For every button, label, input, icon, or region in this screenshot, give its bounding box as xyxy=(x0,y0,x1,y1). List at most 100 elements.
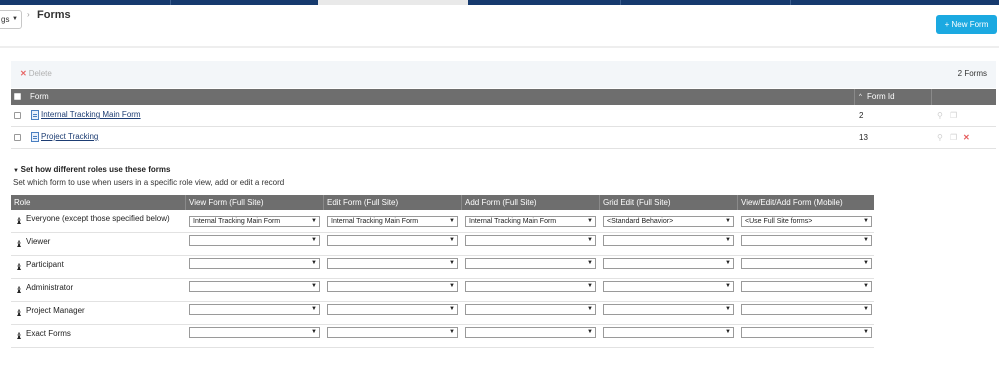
edit-form-select[interactable]: ▼ xyxy=(327,304,458,315)
form-count: 2 Forms xyxy=(957,69,987,78)
select-all-checkbox[interactable] xyxy=(14,93,21,100)
edit-form-select[interactable]: ▼ xyxy=(327,258,458,269)
add-form-select[interactable]: ▼ xyxy=(465,327,596,338)
chess-piece-icon: ♝ xyxy=(15,216,24,226)
chevron-down-icon: ▼ xyxy=(311,218,317,224)
forms-toolbar: ✕ Delete 2 Forms xyxy=(11,61,996,88)
grid-edit-select[interactable]: ▼ xyxy=(603,281,734,292)
document-icon xyxy=(31,110,39,120)
mobile-form-select[interactable]: ▼ xyxy=(741,304,872,315)
view-icon[interactable]: ⚲ xyxy=(937,133,943,142)
view-form-select[interactable]: ▼ xyxy=(189,304,320,315)
select-value: <Use Full Site forms> xyxy=(745,218,813,225)
column-header-form-id[interactable]: Form Id xyxy=(867,89,895,105)
nav-divider xyxy=(790,0,791,5)
chevron-down-icon: ▼ xyxy=(725,237,731,243)
role-row: ♝ Everyone (except those specified below)… xyxy=(11,210,874,233)
add-form-select[interactable]: ▼ xyxy=(465,304,596,315)
nav-active-tab[interactable] xyxy=(318,0,468,5)
chevron-down-icon: ▼ xyxy=(725,283,731,289)
edit-form-select[interactable]: ▼ xyxy=(327,281,458,292)
roles-description: Set which form to use when users in a sp… xyxy=(13,178,285,187)
grid-edit-select[interactable]: ▼ xyxy=(603,235,734,246)
delete-button[interactable]: ✕ Delete xyxy=(20,69,52,78)
chevron-down-icon: ▼ xyxy=(863,237,869,243)
column-divider xyxy=(737,195,738,210)
column-header-grid-edit: Grid Edit (Full Site) xyxy=(603,198,671,207)
column-divider xyxy=(185,195,186,210)
roles-heading-label: Set how different roles use these forms xyxy=(20,165,171,174)
form-name-link[interactable]: Internal Tracking Main Form xyxy=(41,110,141,119)
grid-edit-select[interactable]: <Standard Behavior> ▼ xyxy=(603,216,734,227)
chevron-down-icon: ▼ xyxy=(863,329,869,335)
chevron-down-icon: ▼ xyxy=(449,306,455,312)
row-checkbox[interactable] xyxy=(14,134,21,141)
delete-icon[interactable]: ✕ xyxy=(963,133,970,142)
role-name: Viewer xyxy=(26,237,51,246)
view-form-select[interactable]: ▼ xyxy=(189,235,320,246)
context-dropdown-value: gs xyxy=(1,15,10,24)
add-form-select[interactable]: ▼ xyxy=(465,235,596,246)
chess-piece-icon: ♝ xyxy=(15,308,24,318)
chevron-down-icon: ▼ xyxy=(449,218,455,224)
table-row[interactable]: Project Tracking 13 ⚲ ❐ ✕ xyxy=(11,127,996,149)
form-name-link[interactable]: Project Tracking xyxy=(41,132,98,141)
mobile-form-select[interactable]: ▼ xyxy=(741,327,872,338)
add-form-select[interactable]: ▼ xyxy=(465,281,596,292)
view-form-select[interactable]: Internal Tracking Main Form ▼ xyxy=(189,216,320,227)
grid-edit-select[interactable]: ▼ xyxy=(603,327,734,338)
chevron-down-icon: ▼ xyxy=(449,237,455,243)
view-form-select[interactable]: ▼ xyxy=(189,327,320,338)
roles-table: Role View Form (Full Site) Edit Form (Fu… xyxy=(11,195,874,348)
chess-piece-icon: ♝ xyxy=(15,239,24,249)
chevron-down-icon: ▼ xyxy=(725,260,731,266)
edit-form-select[interactable]: ▼ xyxy=(327,235,458,246)
chevron-down-icon: ▼ xyxy=(13,168,21,174)
chevron-down-icon: ▼ xyxy=(12,16,18,22)
add-form-select[interactable]: ▼ xyxy=(465,258,596,269)
context-dropdown[interactable]: gs ▼ xyxy=(0,10,22,29)
header-divider xyxy=(0,46,999,48)
sort-ascending-icon[interactable]: ^ xyxy=(859,89,862,105)
column-divider xyxy=(323,195,324,210)
add-form-select[interactable]: Internal Tracking Main Form ▼ xyxy=(465,216,596,227)
view-form-select[interactable]: ▼ xyxy=(189,258,320,269)
view-form-select[interactable]: ▼ xyxy=(189,281,320,292)
chevron-down-icon: ▼ xyxy=(311,237,317,243)
edit-form-select[interactable]: Internal Tracking Main Form ▼ xyxy=(327,216,458,227)
role-name: Exact Forms xyxy=(26,329,71,338)
copy-icon[interactable]: ❐ xyxy=(950,133,957,142)
nav-divider xyxy=(620,0,621,5)
roles-section-toggle[interactable]: ▼ Set how different roles use these form… xyxy=(13,165,170,174)
column-header-form[interactable]: Form xyxy=(30,89,49,105)
column-header-view-form: View Form (Full Site) xyxy=(189,198,264,207)
select-value: Internal Tracking Main Form xyxy=(193,218,281,225)
mobile-form-select[interactable]: ▼ xyxy=(741,235,872,246)
chevron-down-icon: ▼ xyxy=(863,306,869,312)
chevron-down-icon: ▼ xyxy=(587,260,593,266)
role-name: Everyone (except those specified below) xyxy=(26,214,170,223)
chevron-down-icon: ▼ xyxy=(863,260,869,266)
mobile-form-select[interactable]: ▼ xyxy=(741,281,872,292)
chevron-down-icon: ▼ xyxy=(449,329,455,335)
chevron-down-icon: ▼ xyxy=(587,237,593,243)
chevron-down-icon: ▼ xyxy=(311,306,317,312)
mobile-form-select[interactable]: <Use Full Site forms> ▼ xyxy=(741,216,872,227)
new-form-button[interactable]: + New Form xyxy=(936,15,997,34)
mobile-form-select[interactable]: ▼ xyxy=(741,258,872,269)
chevron-down-icon: ▼ xyxy=(725,329,731,335)
grid-edit-select[interactable]: ▼ xyxy=(603,258,734,269)
column-divider xyxy=(854,89,855,105)
copy-icon[interactable]: ❐ xyxy=(950,111,957,120)
chevron-down-icon: ▼ xyxy=(449,283,455,289)
edit-form-select[interactable]: ▼ xyxy=(327,327,458,338)
breadcrumb-chevron-icon: › xyxy=(27,10,30,19)
role-name: Administrator xyxy=(26,283,74,292)
forms-table: Form ^ Form Id Internal Tracking Main Fo… xyxy=(11,89,996,149)
grid-edit-select[interactable]: ▼ xyxy=(603,304,734,315)
column-header-add-form: Add Form (Full Site) xyxy=(465,198,537,207)
row-checkbox[interactable] xyxy=(14,112,21,119)
table-row[interactable]: Internal Tracking Main Form 2 ⚲ ❐ xyxy=(11,105,996,127)
view-icon[interactable]: ⚲ xyxy=(937,111,943,120)
chevron-down-icon: ▼ xyxy=(311,283,317,289)
